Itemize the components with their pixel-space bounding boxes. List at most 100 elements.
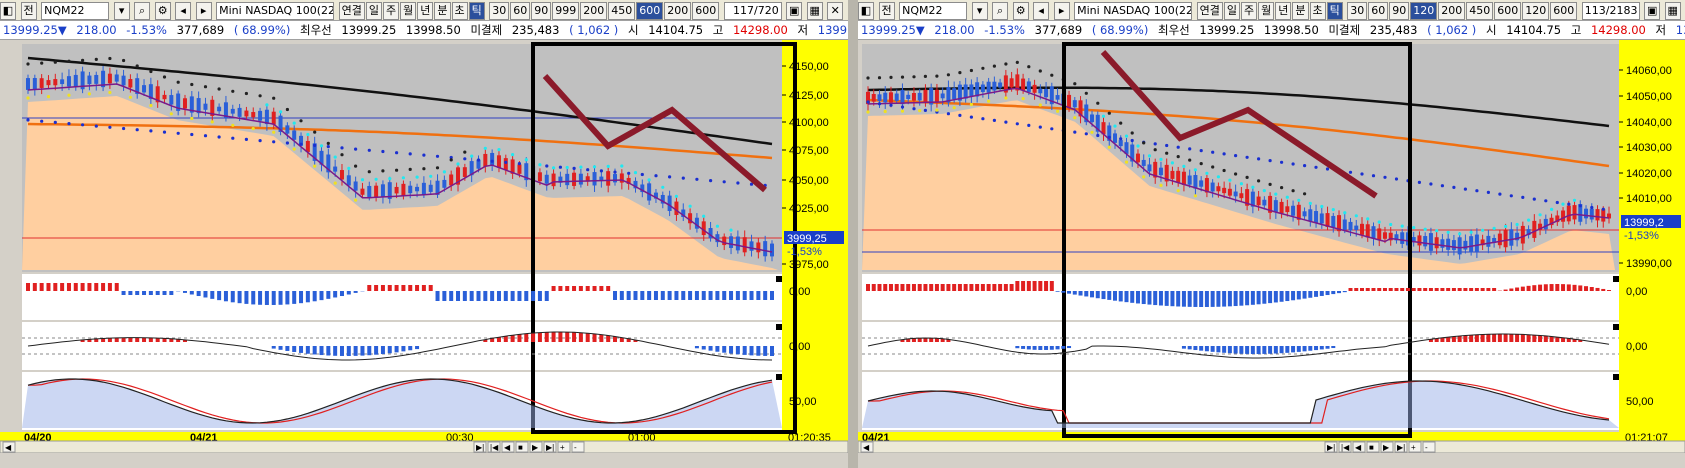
osc-fill [1204, 346, 1209, 352]
prev-icon[interactable]: ◂ [1033, 2, 1050, 20]
period-button[interactable]: 년 [1275, 2, 1292, 20]
macd-bar [1561, 284, 1566, 291]
prev-icon[interactable]: ◂ [175, 2, 192, 20]
period-button[interactable]: 연결 [338, 2, 365, 20]
candle [1273, 200, 1278, 213]
interval-button[interactable]: 90 [531, 2, 552, 20]
chart-area-right[interactable]: 14060,00 14050,00 14040,00 14030,00 14020,00… [858, 40, 1685, 468]
lock-icon[interactable]: ▣ [1644, 2, 1661, 20]
macd-bar [1451, 288, 1456, 291]
macd-bar [742, 291, 747, 300]
panel-menu-icon[interactable] [1613, 276, 1619, 282]
next-icon[interactable]: ▸ [195, 2, 212, 20]
parabolic-dot-yellow [918, 109, 922, 113]
settings-icon[interactable]: ⚙ [1012, 2, 1029, 20]
candle [401, 183, 406, 196]
interval-button[interactable]: 60 [510, 2, 531, 20]
macd-bar [53, 283, 58, 291]
period-button[interactable]: 연결 [1196, 2, 1223, 20]
chart-canvas-left[interactable]: 4150,00 4125,00 4100,00 4075,00 4050,00 4025,… [0, 40, 848, 453]
interval-button[interactable]: 200 [580, 2, 608, 20]
interval-button[interactable]: 600 [1550, 2, 1578, 20]
dropdown-icon[interactable]: ▾ [113, 2, 130, 20]
interval-button[interactable]: 450 [608, 2, 636, 20]
parabolic-dot-blue [572, 166, 576, 170]
interval-button[interactable]: 600 [1494, 2, 1522, 20]
grid-icon[interactable]: ▦ [806, 2, 823, 20]
candle [483, 153, 488, 167]
interval-button[interactable]: 90 [1389, 2, 1410, 20]
osc-fill [585, 333, 590, 342]
period-button[interactable]: 틱 [468, 2, 485, 20]
chart-area-left[interactable]: 4150,00 4125,00 4100,00 4075,00 4050,00 4025,… [0, 40, 848, 468]
search-icon[interactable]: ⌕ [134, 2, 151, 20]
interval-buttons: 30 60 90 999 200 450 600 200 600 [489, 0, 720, 20]
interval-button[interactable]: 120 [1522, 2, 1550, 20]
candle [1216, 186, 1221, 192]
mode-button[interactable]: 전 [20, 2, 37, 20]
grid-icon[interactable]: ▦ [1664, 2, 1681, 20]
macd-bar [155, 291, 160, 295]
panel-menu-icon[interactable] [776, 276, 782, 282]
parabolic-dot-yellow [935, 108, 939, 112]
macd-bar [1423, 288, 1428, 291]
scrollbar[interactable] [858, 440, 1685, 453]
osc-fill [929, 338, 934, 342]
panel-menu-icon[interactable] [776, 324, 782, 330]
dropdown-icon[interactable]: ▾ [971, 2, 988, 20]
candle [1135, 153, 1140, 163]
period-button[interactable]: 주 [1241, 2, 1258, 20]
macd-bar [701, 291, 706, 300]
panel-menu-icon[interactable] [1613, 324, 1619, 330]
next-icon[interactable]: ▸ [1053, 2, 1070, 20]
window-menu-icon[interactable]: ◧ [858, 2, 874, 20]
interval-button[interactable]: 60 [1368, 2, 1389, 20]
interval-button[interactable]: 200 [1438, 2, 1466, 20]
mode-button[interactable]: 전 [878, 2, 895, 20]
period-button[interactable]: 주 [383, 2, 400, 20]
close-icon[interactable]: ✕ [827, 2, 844, 20]
macd-bar [60, 283, 65, 291]
interval-button[interactable]: 200 [664, 2, 692, 20]
period-button[interactable]: 틱 [1326, 2, 1343, 20]
interval-button[interactable]: 600 [636, 2, 664, 20]
settings-icon[interactable]: ⚙ [154, 2, 171, 20]
search-icon[interactable]: ⌕ [992, 2, 1009, 20]
period-button[interactable]: 일 [1223, 2, 1240, 20]
interval-button[interactable]: 600 [692, 2, 720, 20]
interval-button[interactable]: 999 [552, 2, 580, 20]
period-button[interactable]: 분 [434, 2, 451, 20]
parabolic-dot-cyan [360, 178, 365, 182]
period-button[interactable]: 년 [417, 2, 434, 20]
lock-icon[interactable]: ▣ [786, 2, 803, 20]
count-field[interactable]: 117/720 [723, 2, 782, 20]
interval-button[interactable]: 120 [1410, 2, 1438, 20]
parabolic-dot-black [40, 61, 44, 65]
osc-fill [1038, 346, 1043, 350]
pane-divider[interactable] [848, 0, 858, 468]
window-menu-icon[interactable]: ◧ [0, 2, 16, 20]
count-field[interactable]: 113/2183 [1581, 2, 1640, 20]
panel-menu-icon[interactable] [776, 374, 782, 380]
symbol-input[interactable]: NQM22 [899, 2, 968, 20]
period-button[interactable]: 월 [400, 2, 417, 20]
macd-bar [1067, 291, 1072, 294]
period-button[interactable]: 분 [1292, 2, 1309, 20]
scrollbar[interactable] [0, 440, 848, 453]
candle [1199, 180, 1204, 187]
symbol-input[interactable]: NQM22 [41, 2, 110, 20]
period-button[interactable]: 일 [365, 2, 382, 20]
interval-button[interactable]: 30 [1347, 2, 1368, 20]
macd-bar [415, 285, 420, 291]
interval-button[interactable]: 450 [1466, 2, 1494, 20]
chart-canvas-right[interactable]: 14060,00 14050,00 14040,00 14030,00 14020,00… [858, 40, 1685, 453]
panel-menu-icon[interactable] [1613, 374, 1619, 380]
scroll-glyph: - [1425, 443, 1428, 452]
current-price-label: 13999,2 [1624, 217, 1664, 229]
period-button[interactable]: 월 [1258, 2, 1275, 20]
period-button[interactable]: 초 [1309, 2, 1326, 20]
parabolic-dot-cyan [633, 171, 638, 175]
period-button[interactable]: 초 [451, 2, 468, 20]
interval-button[interactable]: 30 [489, 2, 510, 20]
parabolic-dot-blue [1153, 142, 1157, 146]
